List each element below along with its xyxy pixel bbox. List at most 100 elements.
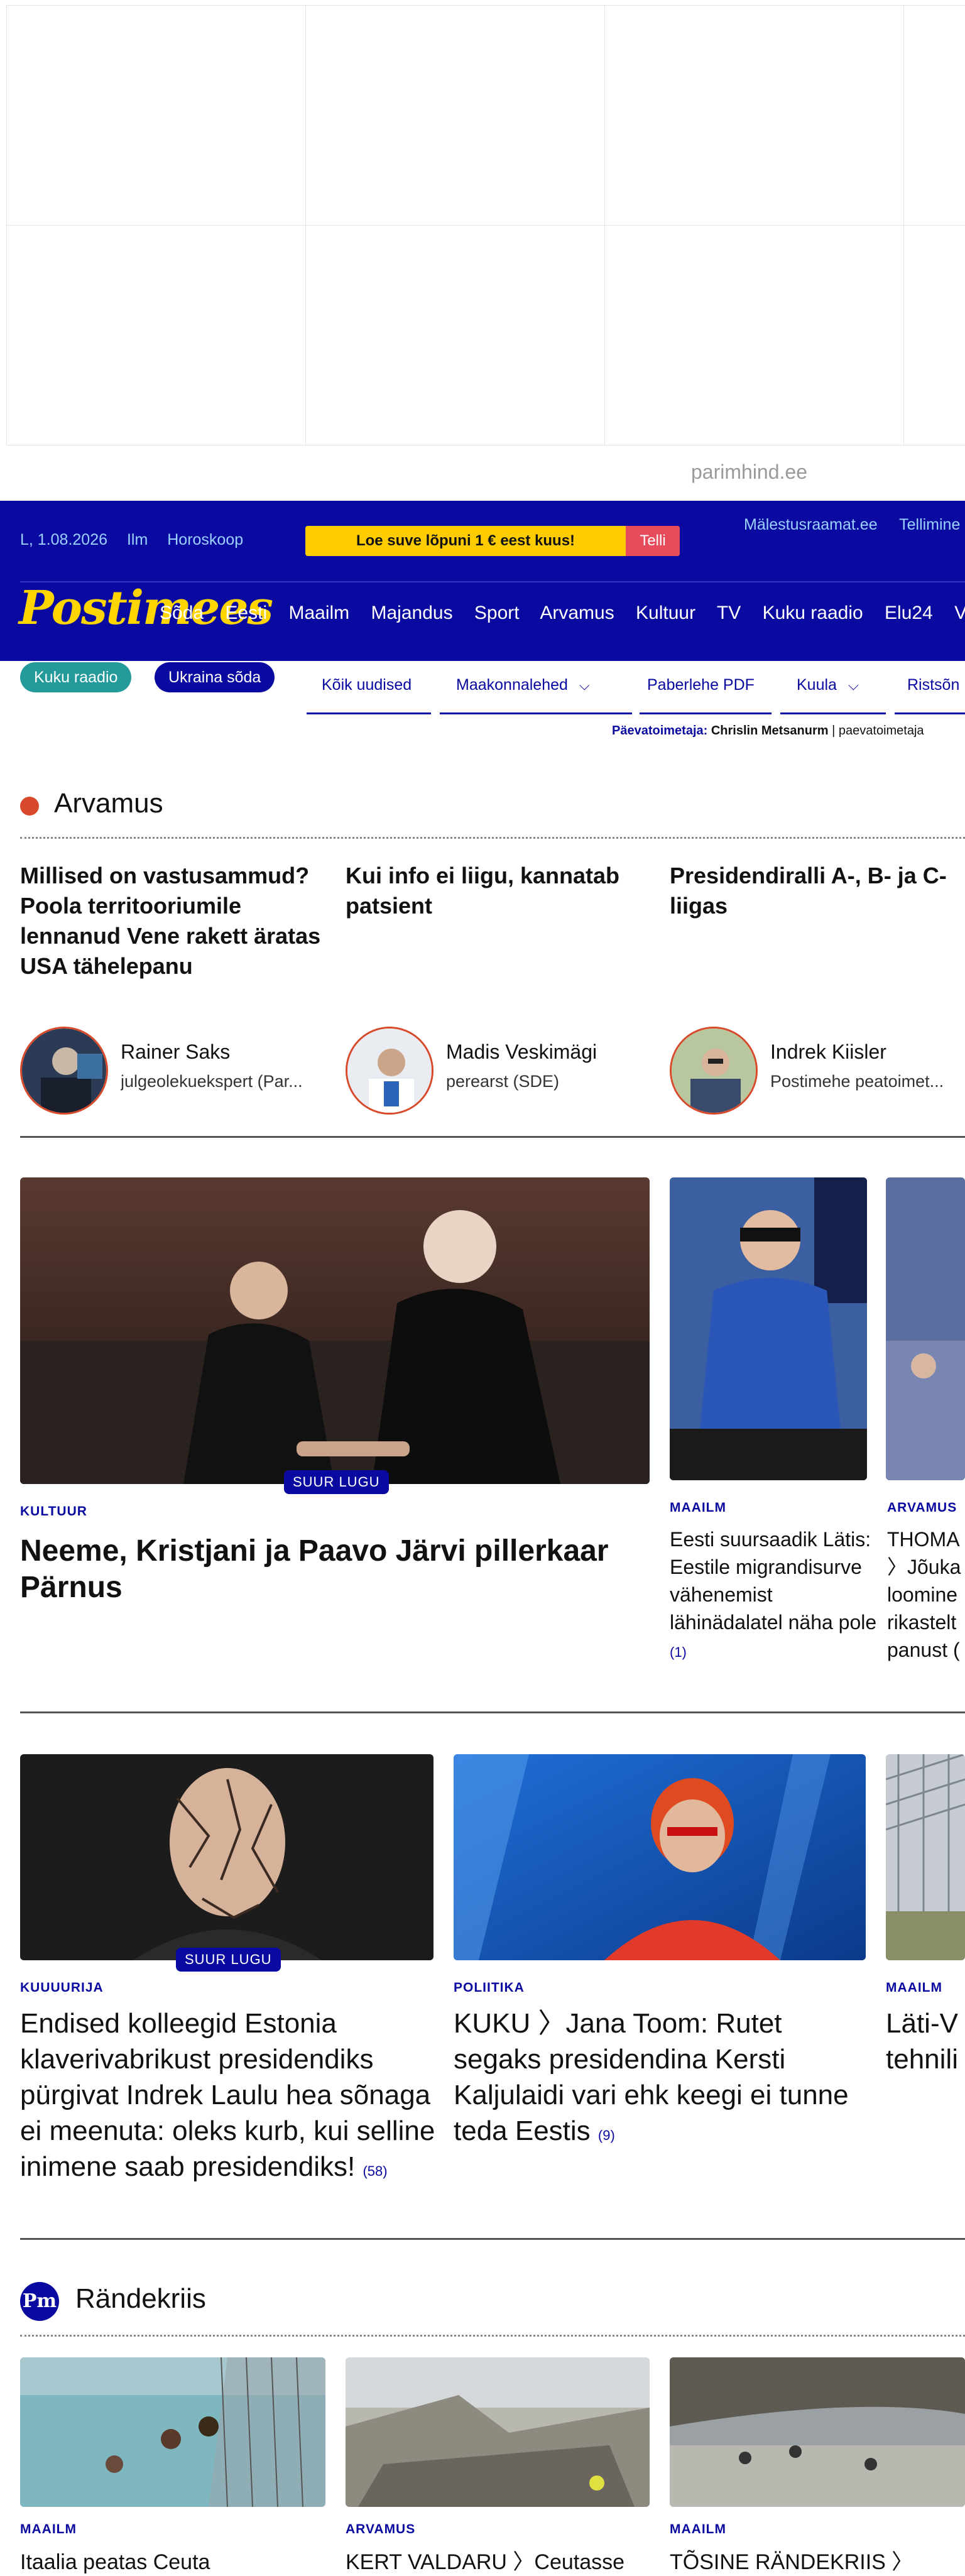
memorial-link[interactable]: Mälestusraamat.ee (744, 516, 878, 533)
story-image[interactable] (454, 1754, 866, 1960)
story-headline[interactable]: Endised kolleegid Estonia klaverivabriku… (20, 2006, 440, 2189)
tab-listen[interactable]: Kuula ⌵ (797, 657, 859, 696)
author-role: perearst (SDE) (446, 1072, 560, 1091)
tab-all-news[interactable]: Kõik uudised (322, 657, 412, 696)
nav-item-world[interactable]: Maailm (288, 603, 349, 623)
story-headline[interactable]: TÕSINE RÄNDEKRIIS 〉 (670, 2548, 965, 2576)
story-image[interactable] (886, 1754, 965, 1960)
story-headline[interactable]: Neeme, Kristjani ja Paavo Järvi pillerka… (20, 1533, 655, 1606)
avatar[interactable] (346, 1027, 433, 1115)
story-category[interactable]: MAAILM (670, 2522, 726, 2537)
headline-text: Eesti suursaadik Lätis: Eestile migrandi… (670, 1528, 877, 1634)
tab-label: Kuula (797, 676, 837, 694)
story-category[interactable]: MAAILM (886, 1980, 942, 1995)
section-dot-icon (20, 797, 39, 816)
section-badge-icon: Pm (20, 2282, 59, 2321)
author-role: Postimehe peatoimet... (770, 1072, 944, 1091)
tab-county-papers[interactable]: Maakonnalehed ⌵ (456, 657, 590, 696)
tab-paper-pdf[interactable]: Paberlehe PDF (647, 657, 755, 696)
editor-name: Chrislin Metsanurm (711, 724, 829, 738)
pill-kuku-radio[interactable]: Kuku raadio (20, 662, 132, 692)
story-headline[interactable]: KUKU 〉Jana Toom: Rutet segaks presidendi… (454, 2006, 866, 2153)
story-badge: SUUR LUGU (284, 1470, 389, 1494)
headline-text: Endised kolleegid Estonia klaverivabriku… (20, 2008, 435, 2182)
comment-count[interactable]: (1) (670, 1644, 687, 1660)
tab-crossword[interactable]: Ristsõn (907, 657, 959, 696)
story-image[interactable] (20, 2357, 325, 2507)
story-headline[interactable]: KERT VALDARU 〉Ceutasse (346, 2548, 650, 2576)
story-category[interactable]: ARVAMUS (346, 2522, 415, 2537)
comment-count[interactable]: (58) (363, 2163, 387, 2179)
subscribe-button[interactable]: Telli (626, 526, 680, 556)
opinion-headline[interactable]: Kui info ei liigu, kannatab patsient (346, 861, 647, 921)
ad-cell (904, 6, 965, 226)
section-divider (20, 1136, 965, 1138)
horoscope-link[interactable]: Horoskoop (167, 531, 243, 548)
weather-link[interactable]: Ilm (127, 531, 148, 548)
nav-item-elu24[interactable]: Elu24 (885, 603, 933, 623)
story-headline[interactable]: Eesti suursaadik Lätis: Eestile migrandi… (670, 1525, 883, 1666)
story-headline[interactable]: Itaalia peatas Ceuta (20, 2548, 325, 2576)
subscription-link[interactable]: Tellimine (899, 516, 960, 533)
opinion-headline[interactable]: Presidendiralli A-, B- ja C-liigas (670, 861, 965, 921)
nav-item-more[interactable]: Vee (954, 603, 965, 623)
nav-item-opinion[interactable]: Arvamus (540, 603, 614, 623)
story-headline[interactable]: Läti-V tehnili (886, 2006, 965, 2077)
story-category[interactable]: MAAILM (20, 2522, 77, 2537)
author-role: julgeolekuekspert (Par... (121, 1072, 303, 1091)
nav-item-tv[interactable]: TV (717, 603, 741, 623)
story-category[interactable]: KUUUURIJA (20, 1980, 104, 1995)
pill-ukraine-war[interactable]: Ukraina sõda (155, 662, 275, 692)
nav-item-culture[interactable]: Kultuur (636, 603, 695, 623)
avatar[interactable] (20, 1027, 108, 1115)
section-title-opinion[interactable]: Arvamus (54, 788, 163, 819)
header-topbar: L, 1.08.2026 Ilm Horoskoop (20, 531, 258, 549)
editor-extra: paevatoimetaja (838, 724, 924, 738)
avatar[interactable] (670, 1027, 758, 1115)
author-name[interactable]: Rainer Saks (121, 1040, 230, 1064)
author-name[interactable]: Madis Veskimägi (446, 1040, 597, 1064)
date-label: L, 1.08.2026 (20, 531, 108, 548)
tab-underline (440, 712, 632, 714)
nav-item-economy[interactable]: Majandus (371, 603, 453, 623)
section-divider (20, 837, 965, 839)
nav-item-war[interactable]: Sõda (160, 603, 204, 623)
nav-item-kuku-radio[interactable]: Kuku raadio (763, 603, 863, 623)
story-headline[interactable]: THOMA 〉Jõuka loomine rikastelt panust ( (887, 1525, 965, 1664)
tab-underline (307, 712, 431, 714)
chevron-down-icon: ⌵ (579, 677, 590, 693)
story-image[interactable] (670, 2357, 965, 2507)
site-header: L, 1.08.2026 Ilm Horoskoop Loe suve lõpu… (0, 501, 965, 661)
ad-cell (904, 226, 965, 445)
story-image[interactable] (20, 1177, 650, 1484)
ad-cell (7, 226, 306, 445)
story-image[interactable] (670, 1177, 867, 1480)
tab-label: Maakonnalehed (456, 676, 568, 694)
nav-item-estonia[interactable]: Eesti (225, 603, 267, 623)
section-divider (20, 2238, 965, 2240)
headline-text: KUKU 〉Jana Toom: Rutet segaks presidendi… (454, 2008, 849, 2146)
story-category[interactable]: ARVAMUS (887, 1500, 957, 1515)
ad-source-label[interactable]: parimhind.ee (691, 461, 807, 484)
story-category[interactable]: MAAILM (670, 1500, 726, 1515)
main-nav: Sõda Eesti Maailm Majandus Sport Arvamus… (160, 603, 965, 624)
story-image[interactable] (346, 2357, 650, 2507)
author-name[interactable]: Indrek Kiisler (770, 1040, 886, 1064)
subscription-promo[interactable]: Loe suve lõpuni 1 € eest kuus! Telli (305, 526, 680, 556)
promo-text[interactable]: Loe suve lõpuni 1 € eest kuus! (305, 526, 626, 556)
tab-underline (640, 712, 771, 714)
section-title-migration-crisis[interactable]: Rändekriis (75, 2283, 206, 2315)
story-category[interactable]: KULTUUR (20, 1504, 87, 1519)
nav-item-sport[interactable]: Sport (474, 603, 520, 623)
section-divider (20, 1711, 965, 1713)
comment-count[interactable]: (9) (598, 2127, 615, 2143)
story-category[interactable]: POLIITIKA (454, 1980, 525, 1995)
story-image[interactable] (20, 1754, 433, 1960)
ad-cell (605, 6, 904, 226)
story-image[interactable] (886, 1177, 965, 1480)
editor-label: Päevatoimetaja: (612, 724, 708, 738)
header-top-links: Mälestusraamat.ee Tellimine (744, 516, 965, 534)
opinion-headline[interactable]: Millised on vastusammud? Poola territoor… (20, 861, 322, 981)
ad-cell (605, 226, 904, 445)
ad-cell (7, 6, 306, 226)
